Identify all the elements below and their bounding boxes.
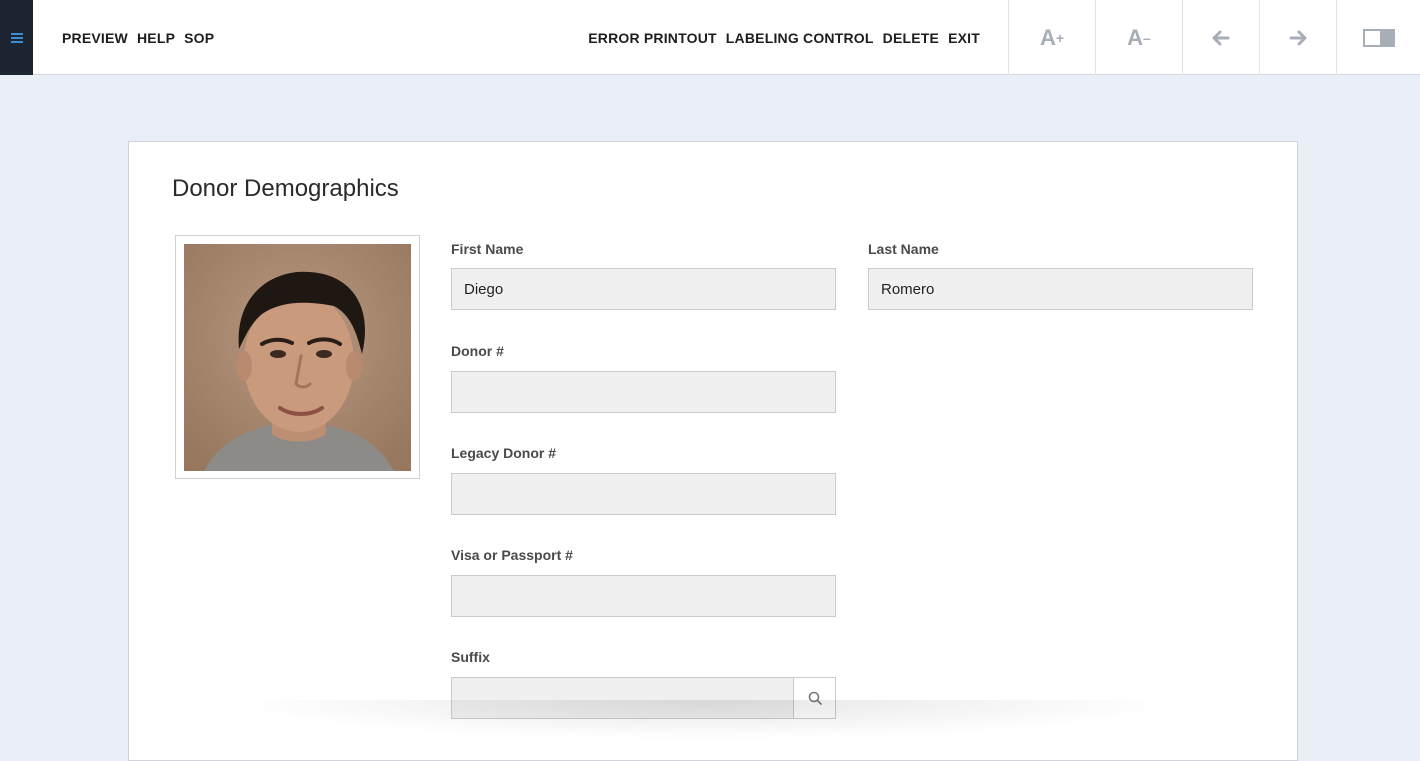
nav-right: ERROR PRINTOUT LABELING CONTROL DELETE E…	[588, 0, 980, 75]
donor-photo	[184, 244, 411, 471]
top-bar: PREVIEW HELP SOP ERROR PRINTOUT LABELING…	[0, 0, 1420, 75]
font-decrease-sign: –	[1143, 29, 1151, 46]
suffix-input[interactable]	[452, 678, 793, 718]
last-name-input[interactable]	[868, 268, 1253, 310]
nav-left: PREVIEW HELP SOP	[62, 0, 214, 75]
suffix-label: Suffix	[451, 649, 490, 665]
donor-demographics-card: Donor Demographics First Name Diego Last…	[128, 141, 1298, 761]
search-icon	[808, 691, 822, 705]
error-printout-link[interactable]: ERROR PRINTOUT	[588, 30, 717, 46]
toolbar-buttons: A + A –	[1008, 0, 1420, 75]
donor-number-label: Donor #	[451, 343, 504, 359]
arrow-right-icon	[1289, 30, 1307, 45]
legacy-donor-number-input[interactable]	[451, 473, 836, 515]
visa-passport-label: Visa or Passport #	[451, 547, 573, 563]
donor-number-input[interactable]	[451, 371, 836, 413]
forward-button[interactable]	[1259, 0, 1336, 75]
preview-link[interactable]: PREVIEW	[62, 30, 128, 46]
arrow-left-icon	[1212, 30, 1230, 45]
sop-link[interactable]: SOP	[184, 30, 214, 46]
visa-passport-input[interactable]	[451, 575, 836, 617]
font-increase-sign: +	[1055, 29, 1065, 46]
donor-photo-frame	[175, 235, 420, 479]
panel-toggle-button[interactable]	[1336, 0, 1420, 75]
first-name-input[interactable]	[451, 268, 836, 310]
menu-toggle-button[interactable]	[0, 0, 33, 75]
card-title: Donor Demographics	[172, 175, 399, 202]
font-decrease-label: A	[1127, 24, 1144, 50]
font-increase-button[interactable]: A +	[1008, 0, 1095, 75]
delete-link[interactable]: DELETE	[883, 30, 939, 46]
font-decrease-button[interactable]: A –	[1095, 0, 1182, 75]
font-increase-label: A	[1039, 24, 1056, 50]
legacy-donor-number-label: Legacy Donor #	[451, 445, 557, 461]
suffix-search-button[interactable]	[793, 678, 835, 718]
exit-link[interactable]: EXIT	[948, 30, 980, 46]
menu-icon	[10, 33, 23, 43]
last-name-label: Last Name	[868, 241, 939, 257]
panel-toggle-icon	[1363, 28, 1395, 47]
suffix-field	[451, 677, 836, 719]
first-name-label: First Name	[451, 241, 524, 257]
help-link[interactable]: HELP	[137, 30, 175, 46]
back-button[interactable]	[1182, 0, 1259, 75]
donor-photo-image	[184, 244, 411, 471]
labeling-control-link[interactable]: LABELING CONTROL	[726, 30, 874, 46]
